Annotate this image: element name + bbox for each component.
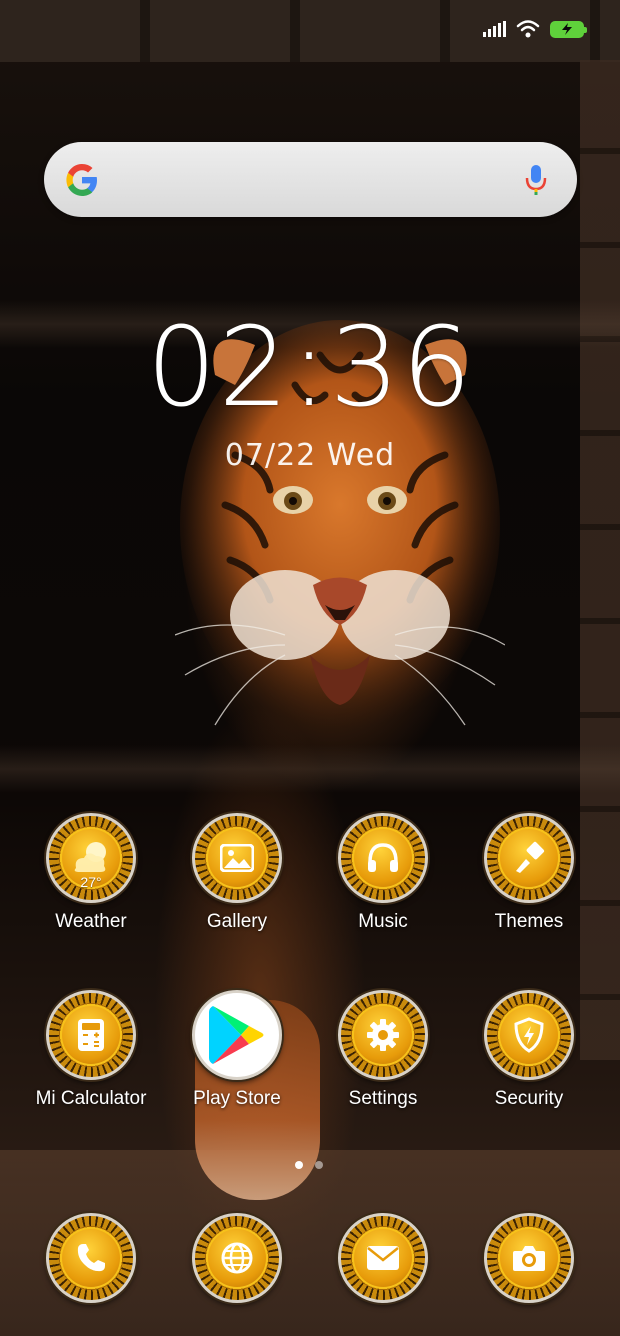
app-label: Settings [348,1088,418,1109]
page-indicator [295,1161,323,1169]
wallpaper-bar [0,745,620,793]
headphones-icon [338,813,428,903]
app-label: Themes [494,911,564,932]
page-dot[interactable] [315,1161,323,1169]
brush-icon [484,813,574,903]
calculator-icon [46,990,136,1080]
play-store-icon [192,990,282,1080]
app-music[interactable]: Music [310,813,456,933]
app-label: Gallery [206,911,268,932]
camera-icon [484,1213,574,1303]
gear-icon [338,990,428,1080]
app-themes[interactable]: Themes [456,813,602,933]
dock-phone[interactable] [18,1213,164,1303]
app-label: Play Store [193,1088,281,1109]
page-dot[interactable] [295,1161,303,1169]
wifi-icon [516,20,540,38]
dock-camera[interactable] [456,1213,602,1303]
browser-icon [192,1213,282,1303]
clock-date[interactable]: 07/22 Wed [0,438,620,473]
weather-temperature: 27° [80,874,102,890]
app-gallery[interactable]: Gallery [164,813,310,933]
app-label: Mi Calculator [35,1088,147,1109]
app-label: Weather [55,911,127,932]
dock-browser[interactable] [164,1213,310,1303]
app-security[interactable]: Security [456,990,602,1110]
signal-icon [483,21,506,37]
google-logo-icon [66,164,97,196]
app-label: Security [494,1088,564,1109]
weather-icon: 27° [46,813,136,903]
app-settings[interactable]: Settings [310,990,456,1110]
shield-icon [484,990,574,1080]
battery-charging-icon [550,20,587,38]
phone-icon [46,1213,136,1303]
microphone-icon[interactable] [525,163,547,197]
dock-messaging[interactable] [310,1213,456,1303]
app-play-store[interactable]: Play Store [164,990,310,1110]
gallery-icon [192,813,282,903]
app-label: Music [358,911,408,932]
clock-time[interactable]: 02:36 [0,312,620,422]
status-bar [483,16,587,42]
app-weather[interactable]: 27° Weather [18,813,164,933]
messaging-icon [338,1213,428,1303]
app-mi-calculator[interactable]: Mi Calculator [18,990,164,1110]
google-search-bar[interactable] [44,142,577,217]
